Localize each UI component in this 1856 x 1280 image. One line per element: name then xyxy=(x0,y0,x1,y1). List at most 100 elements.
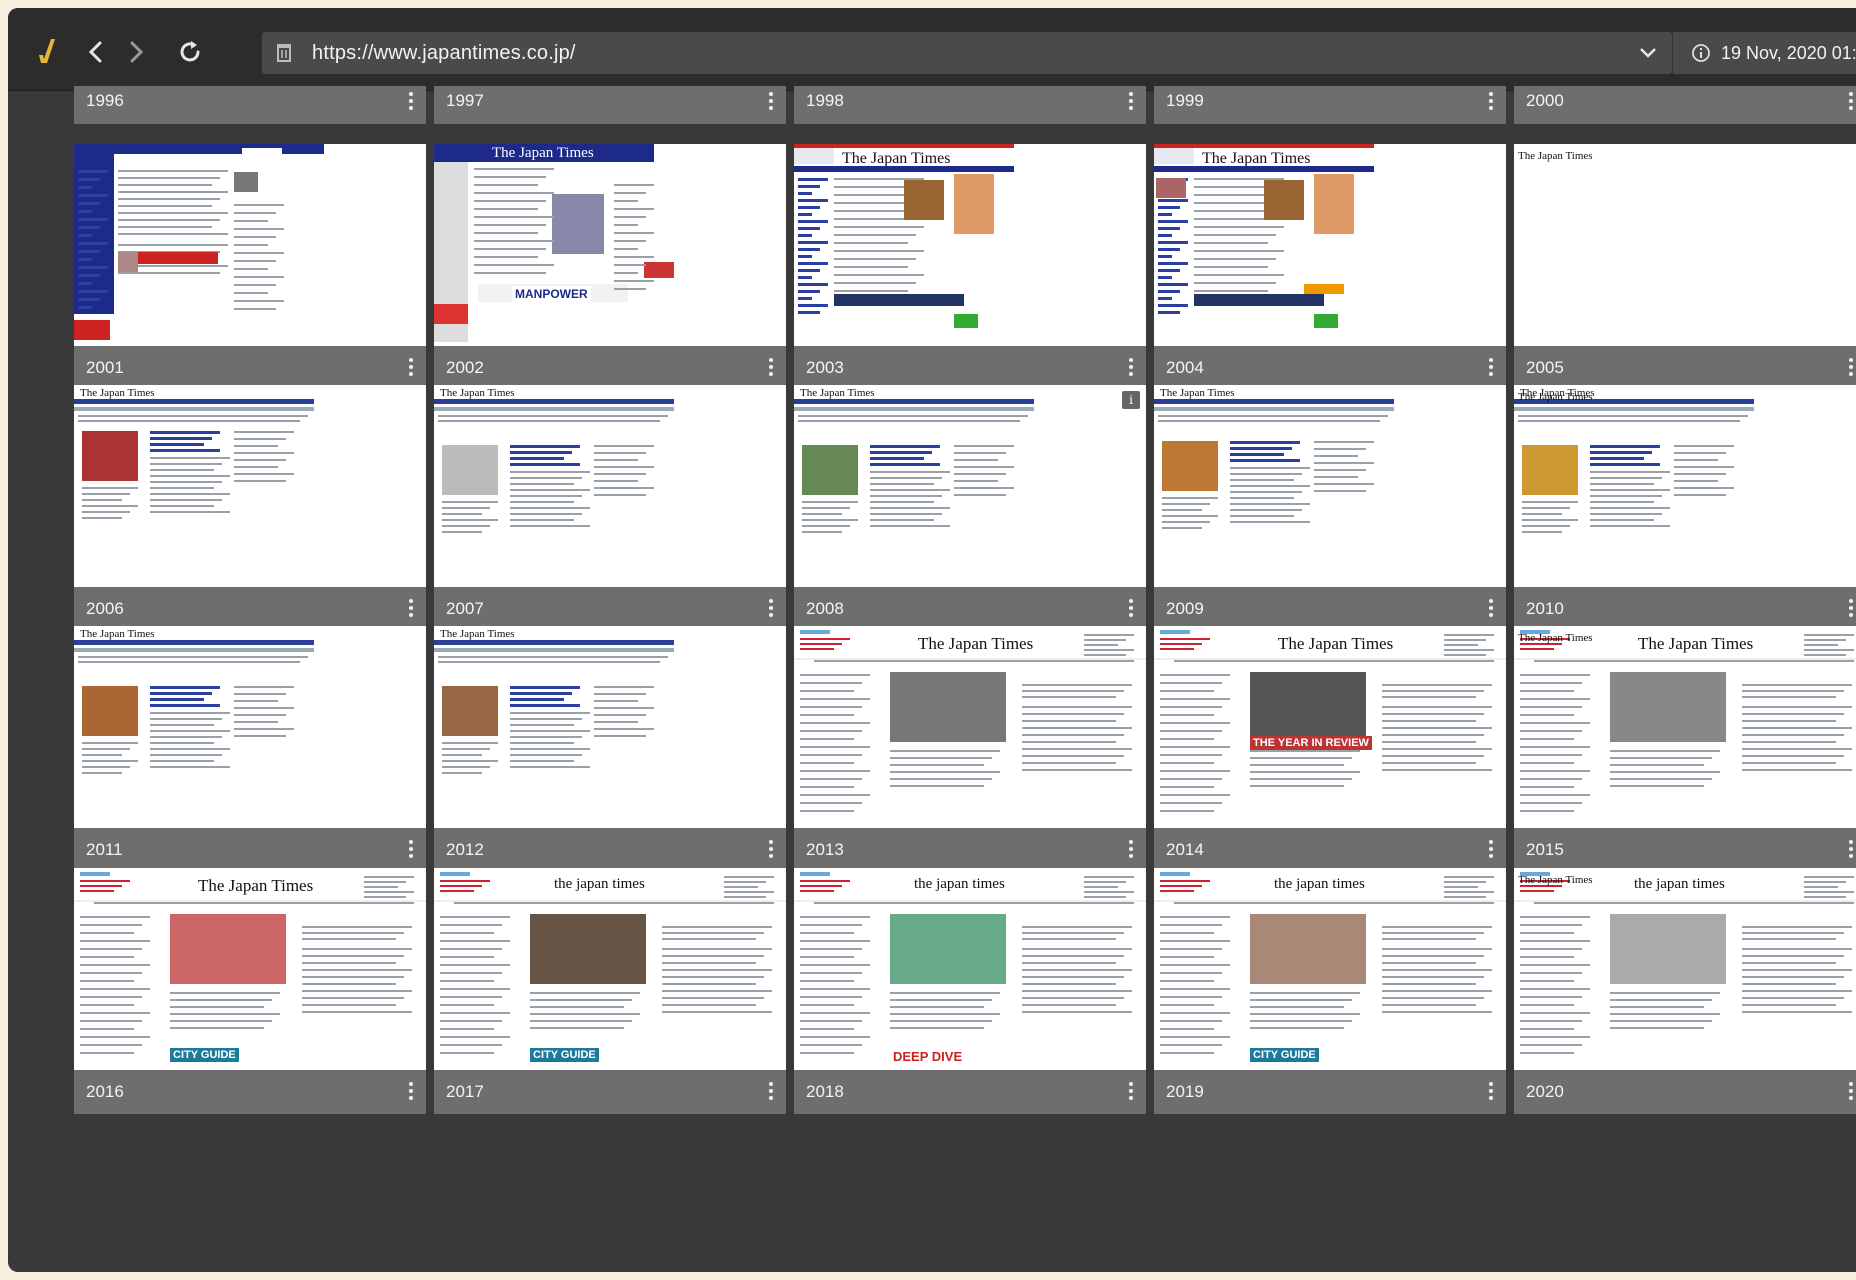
more-options-icon[interactable] xyxy=(1128,358,1134,378)
snapshot-card[interactable]: The Japan Times 2009 xyxy=(1154,385,1506,631)
page-thumbnail[interactable]: The Japan Times The Japan Times xyxy=(1514,626,1856,828)
page-thumbnail[interactable]: The Japan Times xyxy=(1154,144,1506,346)
page-thumbnail[interactable]: the japan times The Japan Times xyxy=(1514,868,1856,1070)
text-line xyxy=(78,178,100,181)
snapshot-card[interactable]: The Japan Times 2006 xyxy=(74,385,426,631)
snapshot-card[interactable]: the japan times CITY GUIDE 2017 xyxy=(434,868,786,1114)
more-options-icon[interactable] xyxy=(1848,599,1854,619)
more-options-icon[interactable] xyxy=(408,599,414,619)
more-options-icon[interactable] xyxy=(1128,92,1134,112)
more-options-icon[interactable] xyxy=(1848,358,1854,378)
text-line xyxy=(1160,778,1222,780)
more-options-icon[interactable] xyxy=(1848,92,1854,112)
page-thumbnail[interactable]: The Japan Times xyxy=(434,626,786,828)
snapshot-card[interactable]: The Japan Times 2007 xyxy=(434,385,786,631)
snapshot-card[interactable]: The Japan Times 2011 xyxy=(74,626,426,872)
text-line xyxy=(1382,969,1492,971)
trash-icon[interactable] xyxy=(276,42,292,67)
text-line xyxy=(1022,990,1132,992)
more-options-icon[interactable] xyxy=(768,1082,774,1102)
snapshot-card[interactable]: The Japan Times 2005 xyxy=(1514,144,1856,390)
more-options-icon[interactable] xyxy=(1488,599,1494,619)
text-line xyxy=(78,274,100,277)
url-text[interactable]: https://www.japantimes.co.jp/ xyxy=(312,32,576,74)
capture-date-box[interactable]: 19 Nov, 2020 01:4 xyxy=(1672,32,1856,74)
snapshot-card[interactable]: The Japan Times i 2008 xyxy=(794,385,1146,631)
more-options-icon[interactable] xyxy=(408,358,414,378)
text-line xyxy=(814,660,1134,662)
snapshot-card[interactable]: The Japan Times 2003 xyxy=(794,144,1146,390)
page-thumbnail[interactable]: the japan times CITY GUIDE xyxy=(434,868,786,1070)
snapshot-card[interactable]: 2001 xyxy=(74,144,426,390)
page-thumbnail[interactable]: The Japan Times xyxy=(1514,144,1856,346)
page-thumbnail[interactable]: The Japan Times xyxy=(1154,385,1506,587)
info-icon[interactable]: i xyxy=(1122,391,1140,409)
more-options-icon[interactable] xyxy=(768,92,774,112)
text-line xyxy=(474,208,538,210)
text-line xyxy=(80,1004,134,1006)
snapshot-card[interactable]: The Japan Times 2004 xyxy=(1154,144,1506,390)
more-options-icon[interactable] xyxy=(1488,92,1494,112)
page-thumbnail[interactable]: The Japan Times CITY GUIDE xyxy=(74,868,426,1070)
page-thumbnail[interactable]: The Japan Times MANPOWER xyxy=(434,144,786,346)
page-thumbnail[interactable]: the japan times DEEP DIVE xyxy=(794,868,1146,1070)
text-line xyxy=(510,718,582,720)
chevron-down-icon[interactable] xyxy=(1638,42,1658,67)
page-thumbnail[interactable]: The Japan Times xyxy=(794,144,1146,346)
more-options-icon[interactable] xyxy=(408,840,414,860)
more-options-icon[interactable] xyxy=(1128,599,1134,619)
snapshot-caption: 1997 xyxy=(434,86,786,124)
text-line xyxy=(302,948,412,950)
text-line xyxy=(510,754,582,756)
page-thumbnail[interactable]: The Japan Times xyxy=(74,626,426,828)
more-options-icon[interactable] xyxy=(768,840,774,860)
page-thumbnail[interactable]: The Japan Times xyxy=(434,385,786,587)
page-thumbnail[interactable]: The Japan Times xyxy=(74,385,426,587)
more-options-icon[interactable] xyxy=(1128,840,1134,860)
snapshot-card[interactable]: The Japan Times THE YEAR IN REVIEW 2014 xyxy=(1154,626,1506,872)
snapshot-card[interactable]: The Japan Times MANPOWER 2002 xyxy=(434,144,786,390)
snapshot-card[interactable]: 1996 xyxy=(74,86,426,124)
page-thumbnail[interactable]: The Japan Times i xyxy=(794,385,1146,587)
text-line xyxy=(80,1052,134,1054)
snapshot-card[interactable]: 2000 xyxy=(1514,86,1856,124)
more-options-icon[interactable] xyxy=(1848,1082,1854,1102)
reload-icon[interactable] xyxy=(172,34,208,70)
more-options-icon[interactable] xyxy=(1488,358,1494,378)
page-thumbnail[interactable]: The Japan Times The Japan Times xyxy=(1514,385,1856,587)
more-options-icon[interactable] xyxy=(1488,840,1494,860)
page-thumbnail[interactable]: The Japan Times xyxy=(794,626,1146,828)
snapshot-card[interactable]: The Japan Times The Japan Times 2010 xyxy=(1514,385,1856,631)
text-line xyxy=(118,219,220,221)
snapshot-card[interactable]: The Japan Times CITY GUIDE 2016 xyxy=(74,868,426,1114)
app-logo-icon[interactable] xyxy=(30,34,66,70)
more-options-icon[interactable] xyxy=(1488,1082,1494,1102)
back-arrow-icon[interactable] xyxy=(78,34,114,70)
text-line xyxy=(1158,297,1172,300)
snapshot-card[interactable]: 1998 xyxy=(794,86,1146,124)
snapshot-card[interactable]: The Japan Times 2013 xyxy=(794,626,1146,872)
text-line xyxy=(798,311,820,314)
more-options-icon[interactable] xyxy=(408,92,414,112)
forward-arrow-icon[interactable] xyxy=(118,34,154,70)
snapshot-card[interactable]: the japan times The Japan Times 2020 xyxy=(1514,868,1856,1114)
page-thumbnail[interactable] xyxy=(74,144,426,346)
more-options-icon[interactable] xyxy=(1848,840,1854,860)
more-options-icon[interactable] xyxy=(768,599,774,619)
text-line xyxy=(800,762,854,764)
more-options-icon[interactable] xyxy=(408,1082,414,1102)
snapshot-card[interactable]: the japan times DEEP DIVE 2018 xyxy=(794,868,1146,1114)
more-options-icon[interactable] xyxy=(1128,1082,1134,1102)
snapshot-card[interactable]: The Japan Times 2012 xyxy=(434,626,786,872)
snapshot-card[interactable]: 1997 xyxy=(434,86,786,124)
info-icon[interactable] xyxy=(1691,43,1711,68)
text-line xyxy=(870,525,950,527)
snapshot-card[interactable]: 1999 xyxy=(1154,86,1506,124)
snapshot-card[interactable]: The Japan Times The Japan Times 2015 xyxy=(1514,626,1856,872)
snapshot-card[interactable]: the japan times CITY GUIDE 2019 xyxy=(1154,868,1506,1114)
text-line xyxy=(438,415,668,417)
page-thumbnail[interactable]: the japan times CITY GUIDE xyxy=(1154,868,1506,1070)
address-bar[interactable]: https://www.japantimes.co.jp/ xyxy=(262,32,1672,74)
page-thumbnail[interactable]: The Japan Times THE YEAR IN REVIEW xyxy=(1154,626,1506,828)
more-options-icon[interactable] xyxy=(768,358,774,378)
